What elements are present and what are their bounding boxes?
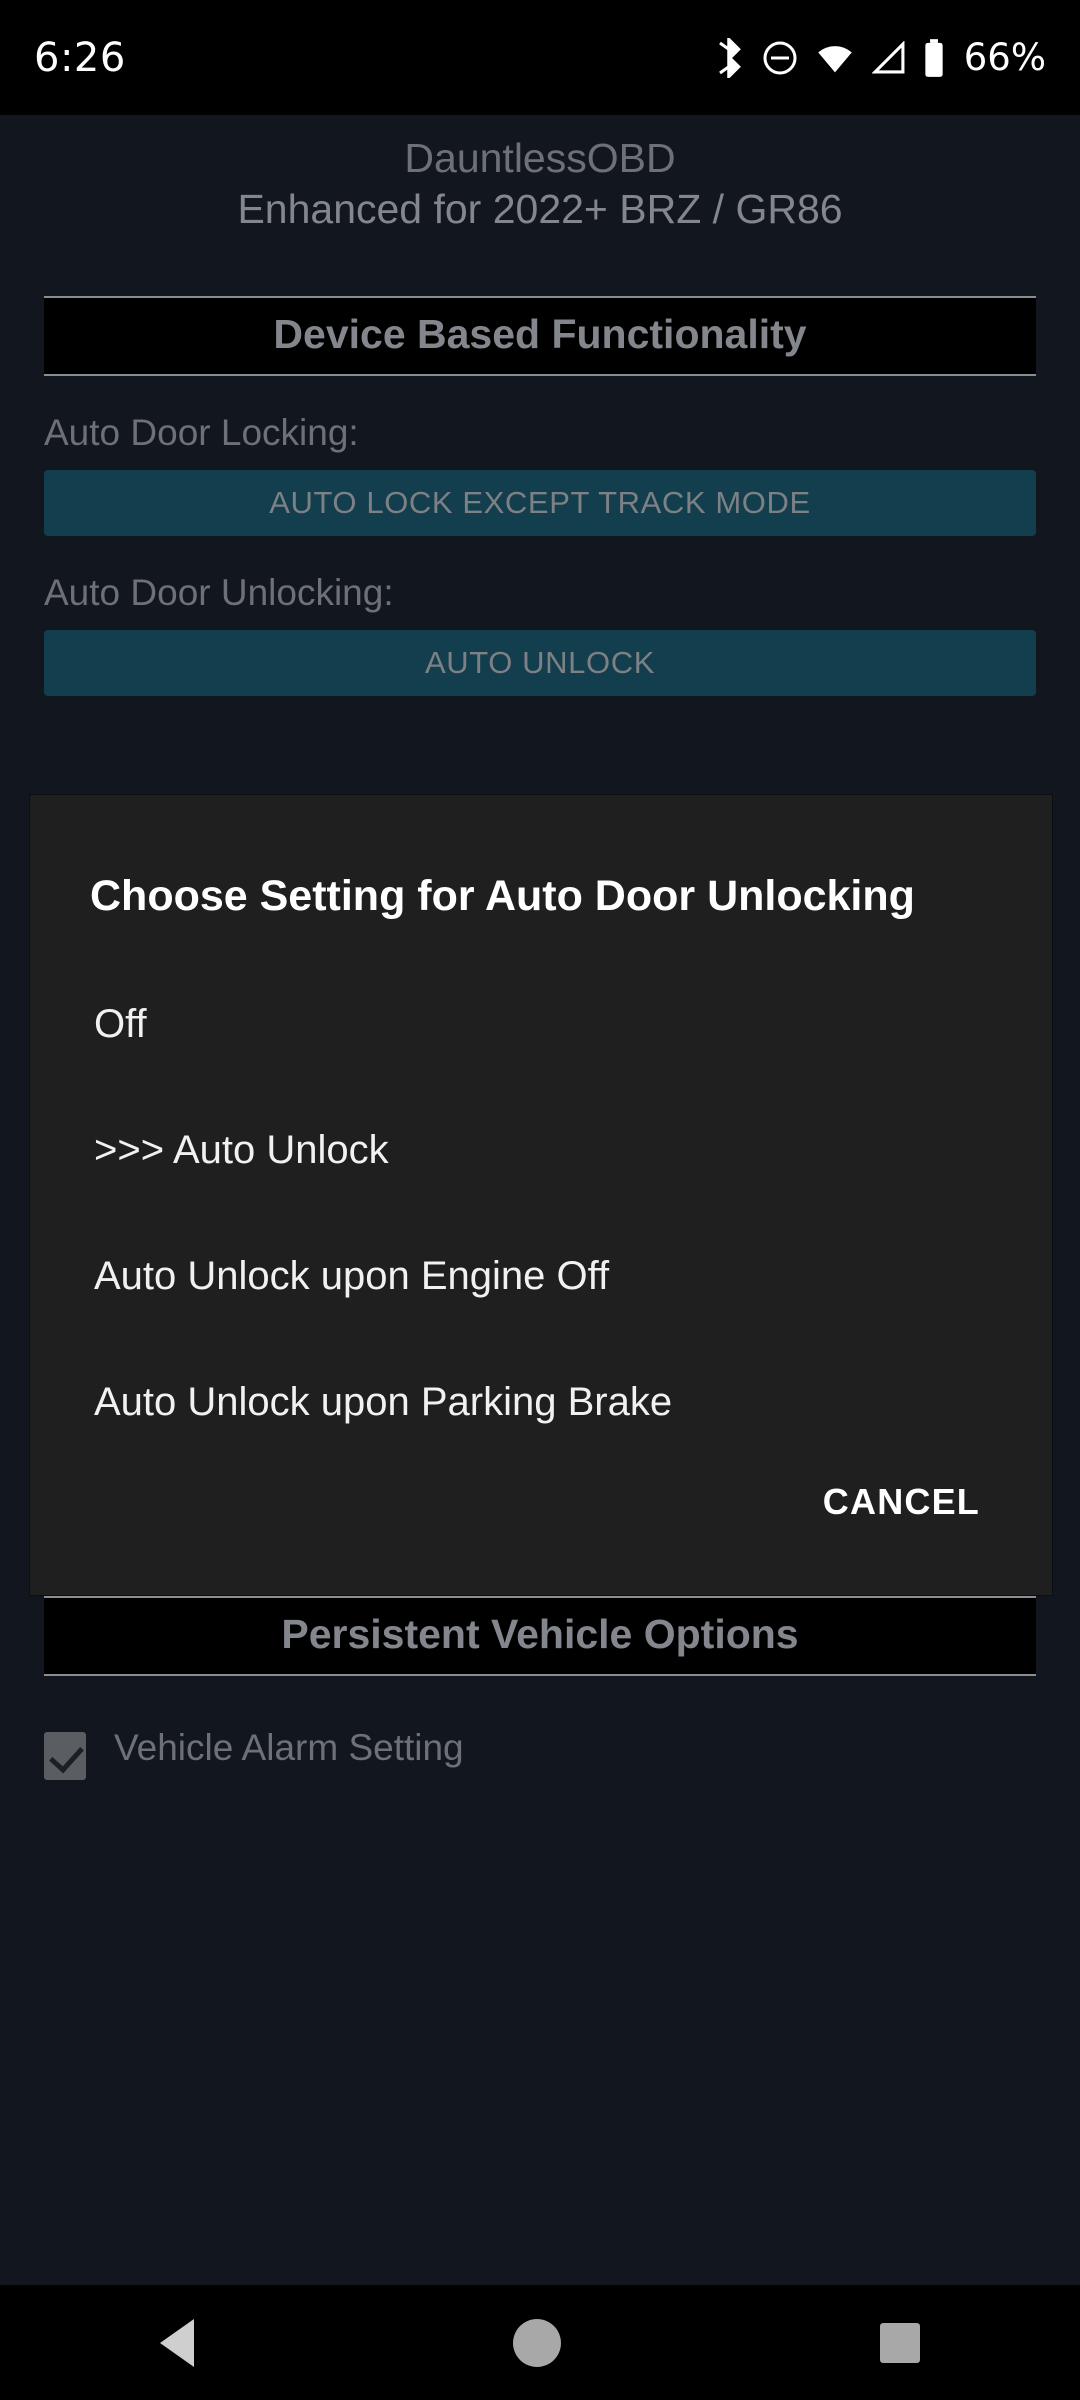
vehicle-alarm-setting-checkbox[interactable] [44, 1731, 86, 1780]
dialog-option-off[interactable]: Off [68, 961, 1052, 1087]
status-bar-clock: 6:26 [34, 34, 126, 81]
auto-door-locking-label: Auto Door Locking: [44, 411, 359, 453]
battery-percent: 66% [963, 36, 1046, 79]
dialog-option-auto-unlock[interactable]: >>> Auto Unlock [68, 1087, 1052, 1213]
dialog-option-parking-brake[interactable]: Auto Unlock upon Parking Brake [68, 1339, 1052, 1465]
android-navigation-bar [0, 2285, 1080, 2400]
dialog-option-engine-off[interactable]: Auto Unlock upon Engine Off [68, 1213, 1052, 1339]
back-icon[interactable] [159, 2318, 194, 2367]
auto-door-locking-button[interactable]: AUTO LOCK EXCEPT TRACK MODE [44, 469, 1036, 536]
dialog-cancel-button[interactable]: CANCEL [809, 1471, 994, 1533]
vehicle-alarm-setting-row[interactable]: Vehicle Alarm Setting [44, 1726, 1036, 1780]
dialog-title: Choose Setting for Auto Door Unlocking [90, 872, 915, 920]
status-bar-icons: 66% [715, 36, 1046, 79]
cell-signal-icon [871, 40, 906, 75]
dialog-option-list: Off >>> Auto Unlock Auto Unlock upon Eng… [30, 961, 1052, 1465]
vehicle-alarm-setting-label: Vehicle Alarm Setting [114, 1726, 464, 1768]
recents-icon[interactable] [880, 2322, 921, 2363]
home-icon[interactable] [512, 2318, 561, 2367]
bluetooth-icon [715, 37, 745, 78]
auto-door-unlocking-dialog[interactable]: Choose Setting for Auto Door Unlocking O… [30, 795, 1052, 1595]
wifi-icon [815, 42, 855, 74]
app-title: DauntlessOBD [404, 135, 676, 181]
status-bar: 6:26 66% [0, 0, 1080, 115]
auto-door-unlocking-label: Auto Door Unlocking: [44, 571, 394, 613]
dialog-action-bar: CANCEL [30, 1471, 1052, 1595]
app-subtitle: Enhanced for 2022+ BRZ / GR86 [237, 186, 843, 233]
auto-door-unlocking-button[interactable]: AUTO UNLOCK [44, 629, 1036, 696]
battery-icon [923, 38, 945, 77]
section-header-persistent-vehicle-options: Persistent Vehicle Options [44, 1595, 1036, 1676]
section-header-device-based: Device Based Functionality [44, 295, 1036, 376]
do-not-disturb-icon [762, 40, 798, 76]
